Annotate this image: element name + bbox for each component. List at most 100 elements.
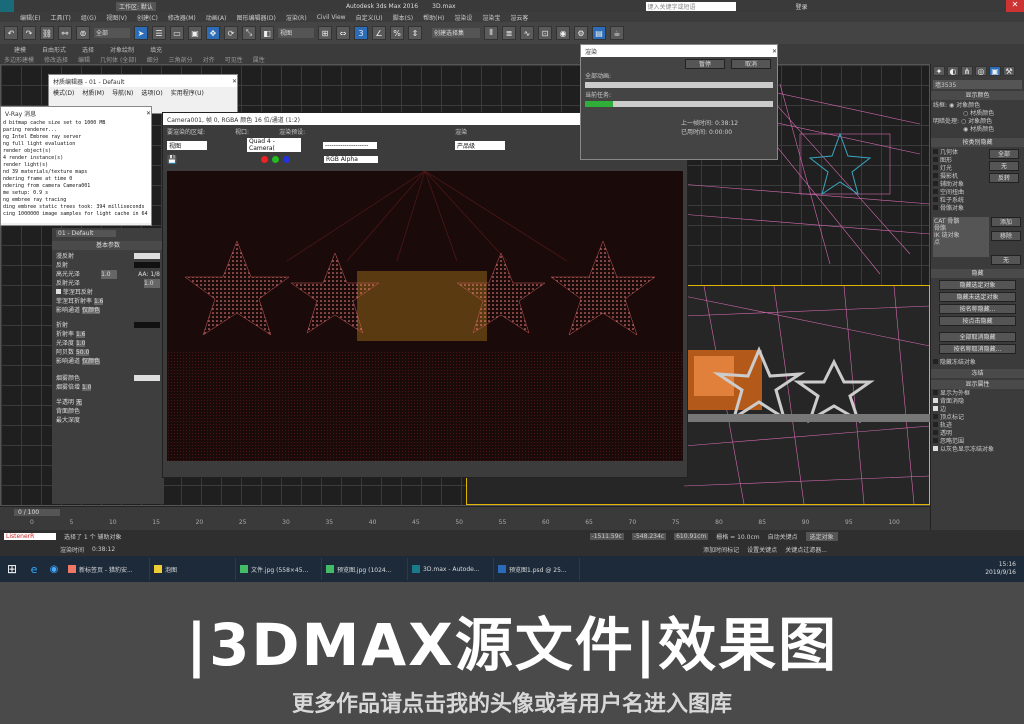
ie-icon[interactable]: e (24, 563, 44, 576)
add-button[interactable]: 添加 (991, 217, 1021, 227)
menu-item[interactable]: 帮助(H) (423, 13, 444, 22)
display-prop-row[interactable]: 顶点标记 (933, 414, 1022, 422)
ribbon-tab[interactable]: 自由形式 (42, 45, 66, 54)
category-checkbox[interactable] (933, 149, 938, 154)
schematic-icon[interactable]: ⊡ (538, 26, 552, 40)
menu-item[interactable]: 动画(A) (206, 13, 227, 22)
close-icon[interactable]: ✕ (232, 78, 237, 85)
menu-item[interactable]: 自定义(U) (356, 13, 383, 22)
ribbon-subtab[interactable]: 细分 (147, 55, 159, 64)
category-checkbox[interactable] (933, 181, 938, 186)
close-icon[interactable]: ✕ (1006, 0, 1024, 12)
render-button[interactable]: 渲染 (455, 127, 467, 136)
category-checkbox[interactable] (933, 173, 938, 178)
timeline[interactable]: 0 / 100 0 5 10 15 20 25 30 35 40 45 50 55 60 65 70 75 80… (0, 506, 930, 530)
display-prop-row[interactable]: 背面消隐 (933, 398, 1022, 406)
app-logo[interactable] (0, 0, 14, 12)
hide-button[interactable]: 按名称隐藏... (939, 304, 1016, 314)
fog-swatch[interactable] (134, 375, 160, 381)
display-prop-row[interactable]: 透明 (933, 430, 1022, 438)
modify-tab-icon[interactable]: ◐ (947, 66, 959, 76)
link-icon[interactable]: ⛓ (40, 26, 54, 40)
diffuse-swatch[interactable] (134, 253, 160, 259)
material-menu-item[interactable]: 选项(O) (141, 88, 162, 97)
hide-frozen-checkbox[interactable] (933, 359, 938, 364)
menu-item[interactable]: 渲云客 (510, 13, 528, 22)
auto-key-button[interactable]: 自动关键点 (768, 532, 798, 541)
category-checkbox[interactable] (933, 157, 938, 162)
fog-mult-value[interactable]: 1.0 (81, 384, 92, 391)
category-row[interactable]: 灯光 (933, 165, 989, 173)
category-list-item[interactable]: CAT 骨骼 (934, 218, 988, 225)
menu-item[interactable]: 脚本(S) (393, 13, 414, 22)
fresnel-checkbox[interactable] (56, 289, 61, 294)
green-channel-icon[interactable] (271, 156, 279, 163)
render-setup-icon[interactable]: ⚙ (574, 26, 588, 40)
display-prop-checkbox[interactable] (933, 430, 938, 435)
undo-icon[interactable]: ↶ (4, 26, 18, 40)
menu-item[interactable]: 渲染宝 (482, 13, 500, 22)
ribbon-subtab[interactable]: 修改选择 (44, 55, 68, 64)
gloss-value[interactable]: 1.0 (101, 270, 118, 279)
login-link[interactable]: 登录 (796, 2, 808, 11)
bind-icon[interactable]: ⊚ (76, 26, 90, 40)
display-prop-row[interactable]: 轨迹 (933, 422, 1022, 430)
material-color-radio-2[interactable]: 材质颜色 (970, 126, 994, 133)
menu-item[interactable]: 图形编辑器(D) (237, 13, 276, 22)
category-row[interactable]: 粒子系统 (933, 197, 989, 205)
scale-icon[interactable]: ⤡ (242, 26, 256, 40)
named-selection-set[interactable]: 创建选择集 (432, 28, 480, 38)
close-icon[interactable]: ✕ (772, 48, 777, 55)
category-list-item[interactable]: 骨骼 (934, 225, 988, 232)
render-area-dropdown[interactable]: 视图 (167, 140, 207, 150)
key-filter-button[interactable]: 关键点过滤器... (785, 545, 827, 554)
object-name-field[interactable]: 墙3535 (933, 80, 1022, 89)
affect-dropdown-2[interactable]: 仅颜色 (81, 358, 100, 365)
unhide-button[interactable]: 按名称取消隐藏... (939, 344, 1016, 354)
redo-icon[interactable]: ↷ (22, 26, 36, 40)
category-row[interactable]: 辅助对象 (933, 181, 989, 189)
ribbon-tab[interactable]: 建模 (14, 45, 26, 54)
ribbon-subtab[interactable]: 编辑 (78, 55, 90, 64)
spinner-snap-icon[interactable]: ⇕ (408, 26, 422, 40)
y-coord[interactable]: -548.234c (631, 533, 667, 540)
hide-header[interactable]: 隐藏 (931, 269, 1024, 278)
ribbon-tab[interactable]: 填充 (150, 45, 162, 54)
ribbon-tab[interactable]: 对象绘制 (110, 45, 134, 54)
display-props-header[interactable]: 显示属性 (931, 380, 1024, 389)
category-checkbox[interactable] (933, 205, 938, 210)
browser-icon[interactable]: ◉ (44, 564, 64, 575)
refract-gloss-value[interactable]: 1.0 (75, 340, 86, 347)
set-key-button[interactable]: 设置关键点 (747, 545, 777, 554)
rotate-icon[interactable]: ⟳ (224, 26, 238, 40)
display-tab-icon[interactable]: ▣ (989, 66, 1001, 76)
ribbon-subtab[interactable]: 多边形建模 (4, 55, 34, 64)
viewport-dropdown[interactable]: Quad 4 - Camera( (247, 138, 301, 152)
menu-item[interactable]: 渲染设 (454, 13, 472, 22)
menu-item[interactable]: 修改器(M) (168, 13, 196, 22)
display-prop-checkbox[interactable] (933, 390, 938, 395)
display-prop-checkbox[interactable] (933, 438, 938, 443)
display-prop-checkbox[interactable] (933, 422, 938, 427)
taskbar-item[interactable]: 泡图 (150, 558, 236, 580)
channel-dropdown[interactable]: RGB Alpha (323, 156, 378, 163)
reflect-swatch[interactable] (134, 262, 160, 268)
mirror-icon[interactable]: ⇔ (336, 26, 350, 40)
red-channel-icon[interactable] (260, 156, 268, 163)
refl-gloss-value[interactable]: 1.0 (144, 279, 160, 288)
category-checkbox[interactable] (933, 189, 938, 194)
invert-button[interactable]: 反转 (989, 173, 1019, 183)
affect-dropdown[interactable]: 仅颜色 (81, 307, 100, 314)
window-crossing-icon[interactable]: ▣ (188, 26, 202, 40)
menu-item[interactable]: 视图(V) (106, 13, 127, 22)
ribbon-tab[interactable]: 选择 (82, 45, 94, 54)
material-menu-item[interactable]: 模式(D) (53, 88, 74, 97)
angle-snap-icon[interactable]: ∠ (372, 26, 386, 40)
utilities-tab-icon[interactable]: ⚒ (1003, 66, 1015, 76)
material-menu-item[interactable]: 导航(N) (112, 88, 133, 97)
category-checkbox[interactable] (933, 165, 938, 170)
clock-date[interactable]: 2019/9/16 (985, 569, 1016, 577)
render-icon[interactable]: ☕ (610, 26, 624, 40)
ior-value[interactable]: 1.6 (75, 331, 86, 338)
pivot-icon[interactable]: ⊞ (318, 26, 332, 40)
